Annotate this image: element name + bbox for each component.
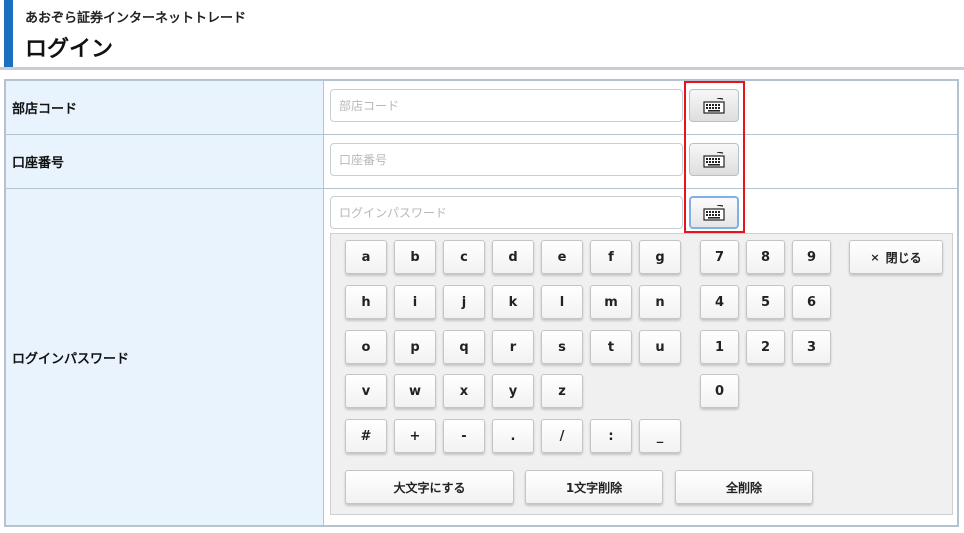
key-digit-3[interactable]: 3	[792, 330, 831, 364]
password-row: ログインパスワード a b c d e f g h i j k l m n o p q r s t u v w x y z # + -.…	[6, 189, 957, 525]
account-number-row: 口座番号	[6, 135, 957, 189]
key-digit-0[interactable]: 0	[700, 374, 739, 408]
page-title: ログイン	[25, 37, 114, 62]
key-d[interactable]: d	[492, 240, 534, 274]
key-digit-8[interactable]: 8	[746, 240, 785, 274]
key-i[interactable]: i	[394, 285, 436, 319]
branch-code-label: 部店コード	[6, 81, 324, 134]
delete-one-char-button[interactable]: 1文字削除	[525, 470, 663, 504]
key-o[interactable]: o	[345, 330, 387, 364]
keyboard-icon	[703, 204, 725, 221]
keyboard-icon	[703, 151, 725, 168]
key-h[interactable]: h	[345, 285, 387, 319]
key-symbol[interactable]: -	[443, 419, 485, 453]
key-w[interactable]: w	[394, 374, 436, 408]
key-u[interactable]: u	[639, 330, 681, 364]
key-m[interactable]: m	[590, 285, 632, 319]
delete-all-button[interactable]: 全削除	[675, 470, 813, 504]
key-a[interactable]: a	[345, 240, 387, 274]
key-digit-5[interactable]: 5	[746, 285, 785, 319]
login-form: 部店コード 口座番号	[4, 79, 959, 527]
key-digit-6[interactable]: 6	[792, 285, 831, 319]
account-number-label: 口座番号	[6, 135, 324, 188]
header-accent-bar	[4, 0, 13, 67]
key-z[interactable]: z	[541, 374, 583, 408]
password-keyboard-button[interactable]	[689, 196, 739, 229]
key-b[interactable]: b	[394, 240, 436, 274]
key-k[interactable]: k	[492, 285, 534, 319]
key-j[interactable]: j	[443, 285, 485, 319]
key-digit-7[interactable]: 7	[700, 240, 739, 274]
key-digit-2[interactable]: 2	[746, 330, 785, 364]
key-g[interactable]: g	[639, 240, 681, 274]
key-v[interactable]: v	[345, 374, 387, 408]
key-q[interactable]: q	[443, 330, 485, 364]
keypad-close-button[interactable]: × 閉じる	[849, 240, 943, 274]
password-input[interactable]	[330, 196, 683, 229]
key-y[interactable]: y	[492, 374, 534, 408]
key-symbol[interactable]: #	[345, 419, 387, 453]
key-symbol[interactable]: +	[394, 419, 436, 453]
key-t[interactable]: t	[590, 330, 632, 364]
close-icon: ×	[870, 250, 880, 264]
branch-code-input[interactable]	[330, 89, 683, 122]
brand-name: あおぞら証券インターネットトレード	[25, 11, 247, 26]
key-r[interactable]: r	[492, 330, 534, 364]
key-p[interactable]: p	[394, 330, 436, 364]
keyboard-icon	[703, 97, 725, 114]
key-symbol[interactable]: _	[639, 419, 681, 453]
software-keypad: a b c d e f g h i j k l m n o p q r s t u v w x y z # + -. /: _ 7 8 9 4 5 6 1…	[330, 233, 953, 515]
password-label: ログインパスワード	[6, 189, 324, 525]
key-n[interactable]: n	[639, 285, 681, 319]
key-symbol[interactable]: :	[590, 419, 632, 453]
branch-code-row: 部店コード	[6, 81, 957, 135]
key-x[interactable]: x	[443, 374, 485, 408]
key-e[interactable]: e	[541, 240, 583, 274]
account-number-keyboard-button[interactable]	[689, 143, 739, 176]
key-c[interactable]: c	[443, 240, 485, 274]
key-digit-4[interactable]: 4	[700, 285, 739, 319]
key-digit-1[interactable]: 1	[700, 330, 739, 364]
key-f[interactable]: f	[590, 240, 632, 274]
uppercase-button[interactable]: 大文字にする	[345, 470, 514, 504]
key-l[interactable]: l	[541, 285, 583, 319]
key-digit-9[interactable]: 9	[792, 240, 831, 274]
key-s[interactable]: s	[541, 330, 583, 364]
close-label: 閉じる	[885, 250, 922, 265]
key-symbol[interactable]: /	[541, 419, 583, 453]
key-symbol[interactable]: .	[492, 419, 534, 453]
account-number-input[interactable]	[330, 143, 683, 176]
branch-code-keyboard-button[interactable]	[689, 89, 739, 122]
page-header: あおぞら証券インターネットトレード ログイン	[0, 0, 964, 70]
